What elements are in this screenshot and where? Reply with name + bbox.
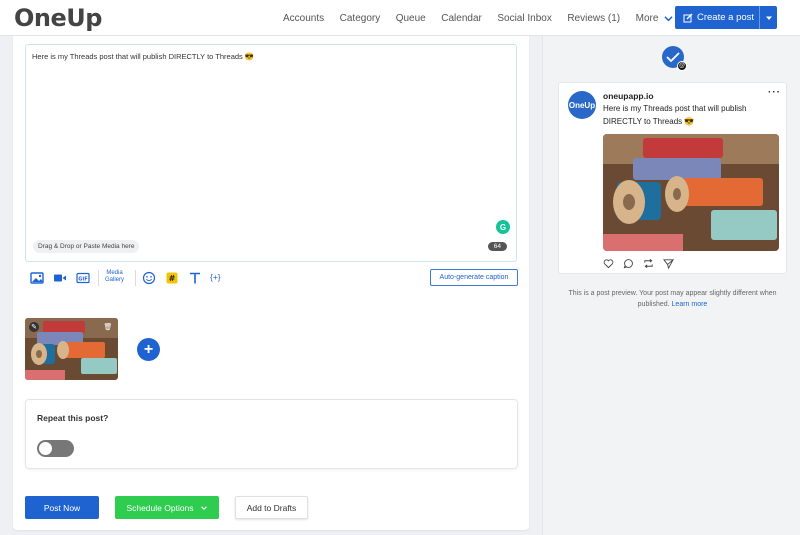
heart-icon[interactable] <box>603 258 614 269</box>
add-to-drafts-button[interactable]: Add to Drafts <box>235 496 308 519</box>
chevron-down-icon <box>664 15 674 21</box>
media-gallery-button[interactable]: Media Gallery <box>105 270 124 284</box>
repeat-post-toggle[interactable] <box>37 440 74 457</box>
create-post-dropdown[interactable] <box>759 6 777 29</box>
preview-account-name: oneupapp.io <box>603 91 654 101</box>
grammarly-icon[interactable]: G <box>496 220 510 234</box>
variables-icon[interactable]: {+} <box>210 272 232 286</box>
post-text[interactable]: Here is my Threads post that will publis… <box>32 52 254 61</box>
nav-more-dropdown[interactable]: More <box>636 13 674 24</box>
threads-post-preview: OneUp oneupapp.io ··· Here is my Threads… <box>558 82 787 274</box>
media-gallery-label-1: Media <box>106 270 123 276</box>
edit-icon <box>683 13 693 22</box>
drag-drop-media-area[interactable]: Drag & Drop or Paste Media here <box>33 240 140 253</box>
image-icon[interactable] <box>30 271 44 285</box>
toolbar-divider <box>98 270 99 286</box>
repost-icon[interactable] <box>643 258 654 269</box>
character-counter: 64 <box>487 242 507 251</box>
repeat-post-card: Repeat this post? <box>25 399 518 469</box>
preview-disclaimer: This is a post preview. Your post may ap… <box>558 288 787 310</box>
preview-post-text: Here is my Threads post that will publis… <box>603 104 747 126</box>
repeat-post-title: Repeat this post? <box>37 413 109 423</box>
svg-text:#: # <box>169 274 176 283</box>
hashtag-icon[interactable]: # <box>165 271 179 285</box>
top-navbar: OneUp Accounts Category Queue Calendar S… <box>0 0 800 36</box>
create-post-label: Create a post <box>697 12 755 23</box>
nav-social-inbox[interactable]: Social Inbox <box>497 13 551 24</box>
nav-queue[interactable]: Queue <box>396 13 426 24</box>
preview-avatar: OneUp <box>568 91 596 119</box>
preview-image <box>603 134 779 251</box>
preview-actions <box>603 258 674 269</box>
add-media-button[interactable]: + <box>137 338 160 361</box>
svg-text:GIF: GIF <box>78 276 87 282</box>
nav-accounts[interactable]: Accounts <box>283 13 324 24</box>
selected-account-avatar[interactable]: @ <box>662 46 687 71</box>
emoji-icon[interactable] <box>142 271 156 285</box>
schedule-options-label: Schedule Options <box>126 502 194 513</box>
nav-category[interactable]: Category <box>340 13 381 24</box>
composer-card: Here is my Threads post that will publis… <box>13 36 529 530</box>
comment-icon[interactable] <box>623 258 634 269</box>
toggle-knob <box>39 442 52 455</box>
share-icon[interactable] <box>663 258 674 269</box>
create-post-main[interactable]: Create a post <box>675 6 759 29</box>
chevron-down-icon <box>200 505 207 510</box>
nav-calendar[interactable]: Calendar <box>441 13 482 24</box>
threads-icon: @ <box>677 61 687 71</box>
more-options-icon[interactable]: ··· <box>768 87 781 98</box>
schedule-options-button[interactable]: Schedule Options <box>115 496 219 519</box>
gif-icon[interactable]: GIF <box>76 271 90 285</box>
oneup-logo[interactable]: OneUp <box>14 4 102 32</box>
caret-down-icon <box>765 16 772 20</box>
post-now-button[interactable]: Post Now <box>25 496 99 519</box>
nav-more-label: More <box>635 12 659 24</box>
post-text-editor[interactable]: Here is my Threads post that will publis… <box>25 44 517 262</box>
toolbar-divider <box>135 270 136 286</box>
oneup-check-icon <box>666 52 680 62</box>
nav-reviews[interactable]: Reviews (1) <box>567 13 620 24</box>
video-icon[interactable] <box>53 271 67 285</box>
thread-spools-image <box>603 134 779 251</box>
preview-panel: @ OneUp oneupapp.io ··· Here is my Threa… <box>542 36 800 535</box>
auto-generate-caption-button[interactable]: Auto-generate caption <box>430 269 518 286</box>
text-format-icon[interactable] <box>188 271 202 285</box>
media-thumbnail[interactable]: ✎ 🗑 <box>25 318 118 380</box>
media-gallery-label-2: Gallery <box>105 277 125 283</box>
learn-more-link[interactable]: Learn more <box>672 301 708 308</box>
create-post-button[interactable]: Create a post <box>675 6 777 29</box>
delete-media-icon[interactable]: 🗑 <box>103 322 113 332</box>
edit-media-icon[interactable]: ✎ <box>29 322 39 332</box>
nav-links: Accounts Category Queue Calendar Social … <box>283 0 689 36</box>
